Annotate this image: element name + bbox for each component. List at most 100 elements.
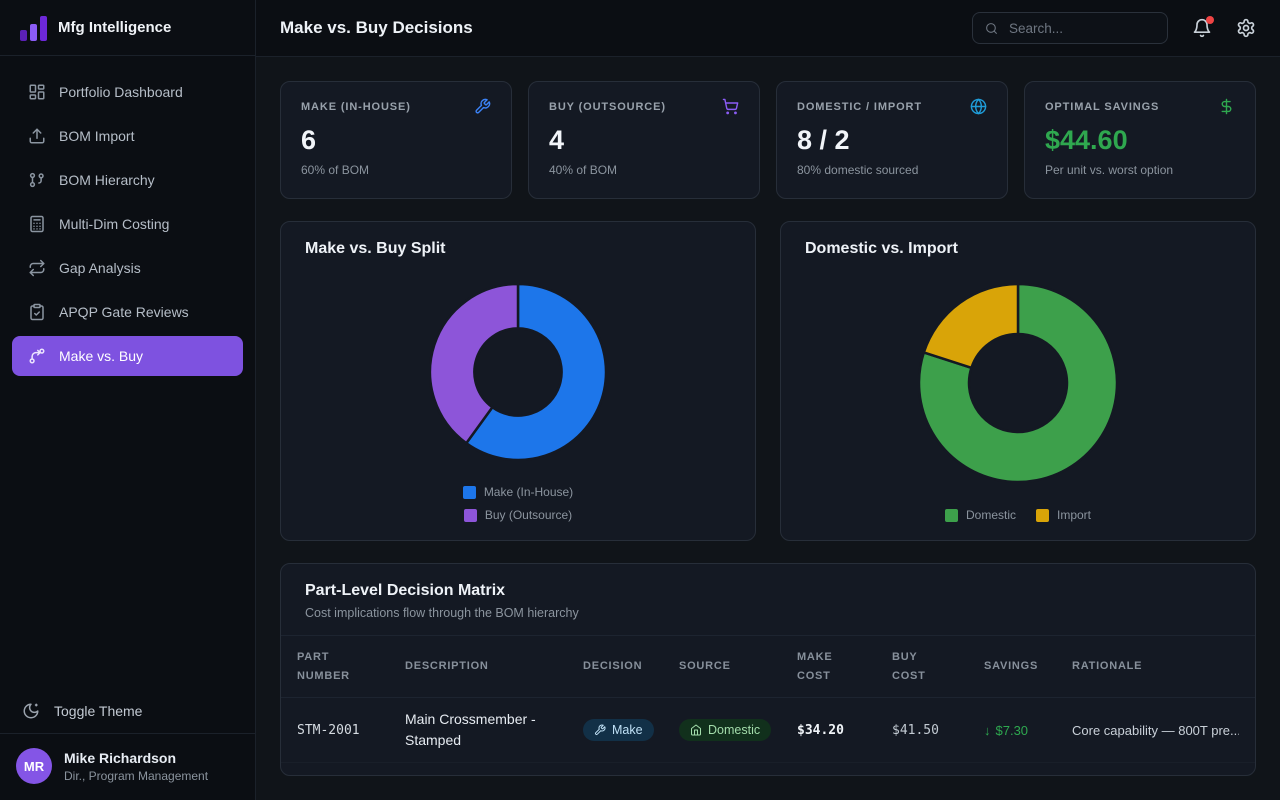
- dollar-icon: [1218, 98, 1235, 115]
- chart-legend: Domestic Import: [805, 508, 1231, 524]
- search-icon: [985, 21, 998, 36]
- hierarchy-icon: [28, 171, 46, 189]
- rationale-cell: Core capability — 800T pre...: [1072, 723, 1239, 738]
- search-input[interactable]: [1007, 20, 1155, 37]
- table-row: STM-2001 Main Crossmember - Stamped Make…: [281, 698, 1255, 762]
- table-subtitle: Cost implications flow through the BOM h…: [305, 606, 1231, 620]
- table-card-header: Part-Level Decision Matrix Cost implicat…: [281, 564, 1255, 636]
- settings-button[interactable]: [1236, 18, 1256, 38]
- legend-item[interactable]: Make (In-House): [463, 485, 573, 499]
- cart-icon: [722, 98, 739, 115]
- table-title: Part-Level Decision Matrix: [305, 582, 1231, 600]
- stat-label: MAKE (IN-HOUSE): [301, 101, 411, 113]
- stat-label: DOMESTIC / IMPORT: [797, 101, 922, 113]
- column-header-savings: Savings: [984, 657, 1072, 676]
- legend-item[interactable]: Import: [1036, 508, 1091, 522]
- stat-card-optimal-savings: OPTIMAL SAVINGS $44.60 Per unit vs. wors…: [1024, 81, 1256, 199]
- column-header-source: Source: [679, 657, 797, 676]
- column-header-buy-cost: Buy Cost: [892, 648, 984, 685]
- savings-amount: $7.30: [996, 723, 1029, 738]
- stat-card-buy: BUY (OUTSOURCE) 4 40% of BOM: [528, 81, 760, 199]
- topbar-actions: [972, 12, 1256, 44]
- legend-item[interactable]: Domestic: [945, 508, 1016, 522]
- decision-cell: Make: [583, 719, 679, 741]
- description-cell: Main Crossmember - Stamped: [405, 709, 583, 751]
- donut-chart-container: [305, 258, 731, 485]
- column-header-make-cost: Make Cost: [797, 648, 892, 685]
- source-badge-domestic: Domestic: [679, 719, 771, 741]
- sidebar: Mfg Intelligence Portfolio Dashboard BOM…: [0, 0, 256, 800]
- stat-label: OPTIMAL SAVINGS: [1045, 101, 1159, 113]
- arrow-down-icon: ↓: [984, 723, 991, 738]
- legend-swatch: [1036, 509, 1049, 522]
- brand-logo-icon: [20, 15, 47, 41]
- chart-card-make-vs-buy-split: Make vs. Buy Split Make (In-House) Buy (O…: [280, 221, 756, 541]
- stat-card-make: MAKE (IN-HOUSE) 6 60% of BOM: [280, 81, 512, 199]
- notifications-button[interactable]: [1192, 18, 1212, 38]
- sidebar-item-gap-analysis[interactable]: Gap Analysis: [12, 248, 243, 288]
- donut-slice-import: [924, 284, 1018, 368]
- legend-label: Import: [1057, 508, 1091, 522]
- sidebar-item-bom-import[interactable]: BOM Import: [12, 116, 243, 156]
- legend-item[interactable]: Buy (Outsource): [464, 508, 572, 522]
- clipboard-check-icon: [28, 303, 46, 321]
- brand-name: Mfg Intelligence: [58, 19, 171, 36]
- stat-value: 4: [549, 125, 739, 156]
- stat-card-domestic-import: DOMESTIC / IMPORT 8 / 2 80% domestic sou…: [776, 81, 1008, 199]
- moon-star-icon: [22, 702, 40, 720]
- dashboard-icon: [28, 83, 46, 101]
- split-icon: [28, 347, 46, 365]
- chart-cards: Make vs. Buy Split Make (In-House) Buy (O…: [280, 221, 1256, 541]
- theme-toggle-button[interactable]: Toggle Theme: [0, 689, 255, 733]
- sidebar-item-label: BOM Import: [59, 128, 134, 144]
- stat-subtext: 40% of BOM: [549, 163, 739, 177]
- brand: Mfg Intelligence: [0, 0, 255, 56]
- donut-chart: [918, 283, 1118, 483]
- repeat-arrows-icon: [28, 259, 46, 277]
- legend-swatch: [463, 486, 476, 499]
- sidebar-item-portfolio-dashboard[interactable]: Portfolio Dashboard: [12, 72, 243, 112]
- user-name: Mike Richardson: [64, 750, 208, 766]
- sidebar-item-label: Make vs. Buy: [59, 348, 143, 364]
- sidebar-item-make-vs-buy[interactable]: Make vs. Buy: [12, 336, 243, 376]
- sidebar-nav: Portfolio Dashboard BOM Import BOM Hiera…: [0, 56, 255, 376]
- upload-icon: [28, 127, 46, 145]
- stat-cards: MAKE (IN-HOUSE) 6 60% of BOM BUY (OUTSOU…: [280, 81, 1256, 199]
- chart-title: Make vs. Buy Split: [305, 240, 731, 258]
- wrench-icon: [474, 98, 491, 115]
- chart-card-domestic-vs-import: Domestic vs. Import Domestic Import: [780, 221, 1256, 541]
- stat-subtext: 80% domestic sourced: [797, 163, 987, 177]
- sidebar-item-label: Multi-Dim Costing: [59, 216, 169, 232]
- stat-subtext: 60% of BOM: [301, 163, 491, 177]
- savings-cell: ↓ $7.30: [984, 723, 1072, 738]
- part-number-cell: STM-2001: [297, 723, 405, 738]
- sidebar-item-multi-dim-costing[interactable]: Multi-Dim Costing: [12, 204, 243, 244]
- globe-icon: [970, 98, 987, 115]
- legend-label: Make (In-House): [484, 485, 573, 499]
- search-box: [972, 12, 1168, 44]
- gear-icon: [1236, 18, 1256, 38]
- decision-matrix-card: Part-Level Decision Matrix Cost implicat…: [280, 563, 1256, 776]
- stat-subtext: Per unit vs. worst option: [1045, 163, 1235, 177]
- home-icon: [690, 724, 702, 736]
- column-header-rationale: Rationale: [1072, 657, 1239, 676]
- chart-title: Domestic vs. Import: [805, 240, 1231, 258]
- topbar: Make vs. Buy Decisions: [256, 0, 1280, 57]
- user-profile[interactable]: MR Mike Richardson Dir., Program Managem…: [0, 733, 255, 800]
- sidebar-item-label: BOM Hierarchy: [59, 172, 155, 188]
- donut-chart: [429, 283, 607, 461]
- buy-cost-cell: $41.50: [892, 723, 984, 738]
- sidebar-item-label: APQP Gate Reviews: [59, 304, 189, 320]
- table-header-row: Part Number Description Decision Source …: [281, 636, 1255, 698]
- user-role: Dir., Program Management: [64, 769, 208, 783]
- sidebar-item-apqp-gate-reviews[interactable]: APQP Gate Reviews: [12, 292, 243, 332]
- avatar: MR: [16, 748, 52, 784]
- column-header-part-number: Part Number: [297, 648, 405, 685]
- sidebar-item-label: Portfolio Dashboard: [59, 84, 183, 100]
- content: MAKE (IN-HOUSE) 6 60% of BOM BUY (OUTSOU…: [256, 57, 1280, 800]
- sidebar-item-bom-hierarchy[interactable]: BOM Hierarchy: [12, 160, 243, 200]
- column-header-description: Description: [405, 657, 583, 676]
- table-row: STM-2002 Left Rail Bracket Make Domestic: [281, 762, 1255, 776]
- theme-toggle-label: Toggle Theme: [54, 703, 142, 719]
- main-area: Make vs. Buy Decisions: [256, 0, 1280, 800]
